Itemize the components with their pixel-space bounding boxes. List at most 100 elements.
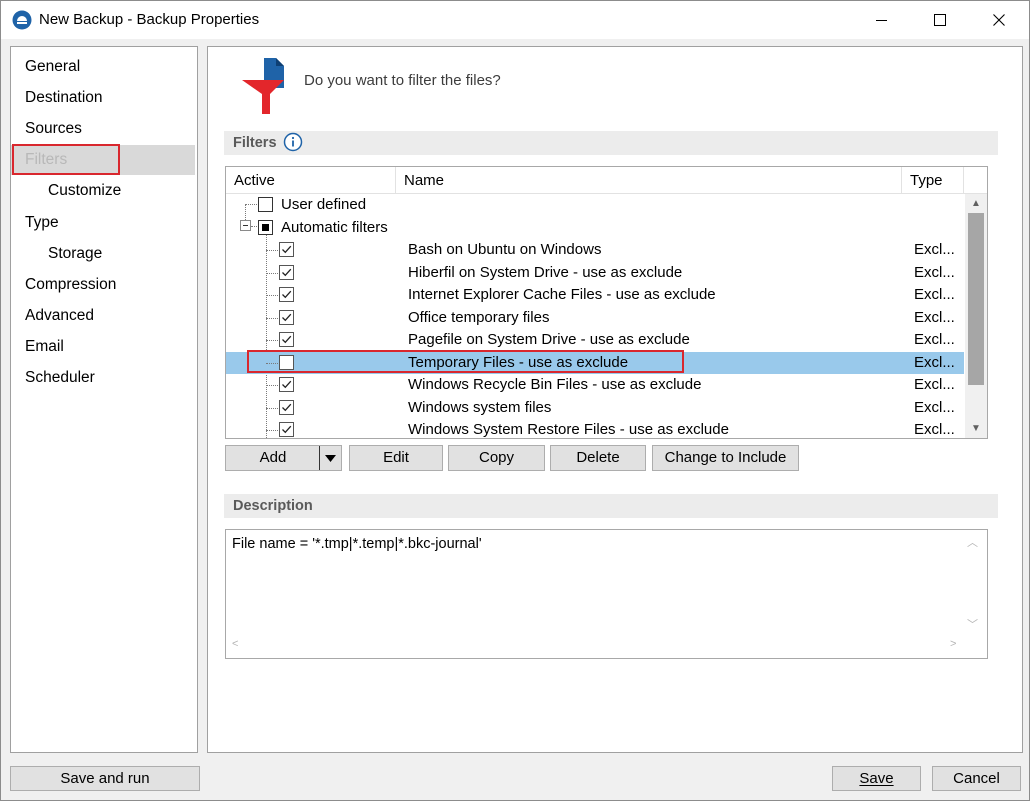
filter-type: Excl... [914, 398, 955, 416]
info-icon[interactable] [283, 132, 303, 152]
filter-type: Excl... [914, 331, 955, 348]
filter-row[interactable]: Office temporary files Excl... [226, 307, 964, 330]
maximize-button[interactable] [910, 1, 970, 39]
desc-scroll-left-icon[interactable]: < [232, 638, 238, 650]
minimize-button[interactable] [852, 1, 912, 39]
nav-item-type[interactable]: Type [11, 208, 197, 238]
edit-button[interactable]: Edit [349, 445, 443, 471]
filter-active-checkbox[interactable] [279, 287, 294, 302]
filter-name: Internet Explorer Cache Files - use as e… [408, 286, 716, 303]
filters-section-header: Filters [224, 131, 998, 155]
filter-name: Windows System Restore Files - use as ex… [408, 421, 729, 438]
copy-button[interactable]: Copy [448, 445, 545, 471]
change-to-include-button[interactable]: Change to Include [652, 445, 799, 471]
filter-active-checkbox[interactable] [279, 242, 294, 257]
automatic-filters-label: Automatic filters [281, 218, 388, 236]
filter-name: Pagefile on System Drive - use as exclud… [408, 331, 690, 348]
tree-line [266, 340, 278, 341]
nav-item-advanced[interactable]: Advanced [11, 301, 197, 331]
tree-line [266, 272, 278, 274]
add-dropdown-toggle[interactable] [319, 446, 341, 470]
scroll-thumb[interactable] [968, 213, 984, 385]
desc-scroll-down-icon[interactable]: ﹀ [967, 616, 978, 632]
filter-name: Office temporary files [408, 308, 550, 326]
filter-funnel-icon [242, 58, 284, 114]
description-box[interactable]: File name = '*.tmp|*.temp|*.bkc-journal'… [225, 529, 988, 659]
description-text: File name = '*.tmp|*.temp|*.bkc-journal' [232, 536, 482, 552]
automatic-filters-checkbox[interactable] [258, 219, 273, 235]
filters-header-label: Filters [233, 135, 277, 151]
filter-type: Excl... [914, 241, 955, 258]
checkmark-icon [282, 313, 292, 321]
temporary-files-highlight-box [247, 350, 684, 373]
column-type[interactable]: Type [902, 167, 964, 194]
filter-type: Excl... [914, 263, 955, 281]
window-title: New Backup - Backup Properties [39, 11, 260, 28]
nav-item-storage[interactable]: Storage [11, 239, 197, 269]
nav-item-customize[interactable]: Customize [11, 176, 197, 206]
user-defined-checkbox[interactable] [258, 197, 273, 212]
column-name[interactable]: Name [396, 167, 902, 194]
tree-node-automatic-filters[interactable]: Automatic filters [226, 217, 964, 240]
filter-row[interactable]: Pagefile on System Drive - use as exclud… [226, 329, 964, 352]
tree-line [266, 317, 278, 319]
filter-row[interactable]: Bash on Ubuntu on Windows Excl... [226, 239, 964, 262]
nav-item-scheduler[interactable]: Scheduler [11, 363, 197, 393]
checkmark-icon [282, 268, 292, 276]
grid-header: Active Name Type [226, 167, 987, 194]
tree-line [266, 430, 278, 431]
save-button-label: Save [859, 770, 894, 787]
desc-scroll-up-icon[interactable]: ︿ [967, 534, 978, 550]
filter-question: Do you want to filter the files? [304, 72, 501, 89]
filter-row[interactable]: Windows Recycle Bin Files - use as exclu… [226, 374, 964, 397]
desc-scroll-right-icon[interactable]: > [950, 638, 956, 650]
filter-active-checkbox[interactable] [279, 399, 294, 415]
filter-row[interactable]: Internet Explorer Cache Files - use as e… [226, 284, 964, 307]
title-bar: New Backup - Backup Properties [1, 1, 1029, 39]
filter-type: Excl... [914, 308, 955, 326]
column-active[interactable]: Active [226, 167, 396, 194]
filter-row[interactable]: Hiberfil on System Drive - use as exclud… [226, 262, 964, 285]
checkmark-icon [282, 245, 292, 254]
filter-name: Bash on Ubuntu on Windows [408, 241, 602, 258]
save-button[interactable]: Save [832, 766, 921, 791]
tree-line [266, 295, 278, 296]
filter-type: Excl... [914, 376, 955, 393]
nav-item-compression[interactable]: Compression [11, 270, 197, 300]
sidebar-nav: General Destination Sources Filters Cust… [10, 46, 198, 753]
filter-active-checkbox[interactable] [279, 422, 294, 437]
filters-highlight-box [12, 144, 120, 175]
filter-name: Windows Recycle Bin Files - use as exclu… [408, 376, 702, 393]
filter-row[interactable]: Windows system files Excl... [226, 397, 964, 420]
filter-active-checkbox[interactable] [279, 377, 294, 392]
nav-item-sources[interactable]: Sources [11, 114, 197, 144]
tree-line [266, 407, 278, 409]
user-defined-label: User defined [281, 196, 367, 213]
checkmark-icon [282, 335, 292, 344]
backup-properties-window: New Backup - Backup Properties General D… [0, 0, 1030, 801]
checkmark-icon [282, 425, 292, 434]
tree-node-user-defined[interactable]: User defined [226, 194, 964, 217]
minimize-icon [876, 20, 887, 21]
filter-name: Windows system files [408, 398, 552, 416]
save-and-run-button[interactable]: Save and run [10, 766, 200, 791]
nav-item-email[interactable]: Email [11, 332, 197, 362]
filters-page: Do you want to filter the files? Filters… [207, 46, 1023, 753]
filter-active-checkbox[interactable] [279, 309, 294, 325]
filter-active-checkbox[interactable] [279, 332, 294, 347]
filter-row[interactable]: Windows System Restore Files - use as ex… [226, 419, 964, 438]
tree-line [266, 250, 278, 251]
grid-vertical-scrollbar[interactable]: ▲ ▼ [965, 194, 987, 438]
scroll-up-icon[interactable]: ▲ [965, 194, 987, 212]
delete-button[interactable]: Delete [550, 445, 646, 471]
filters-tree-grid[interactable]: Active Name Type User defined Automatic … [225, 166, 988, 439]
nav-item-general[interactable]: General [11, 52, 197, 82]
cancel-button[interactable]: Cancel [932, 766, 1021, 791]
filter-active-checkbox[interactable] [279, 264, 294, 280]
chevron-down-icon [325, 454, 336, 462]
checkmark-icon [282, 290, 292, 299]
close-button[interactable] [969, 1, 1029, 39]
add-button[interactable]: Add [225, 445, 342, 471]
nav-item-destination[interactable]: Destination [11, 83, 197, 113]
scroll-down-icon[interactable]: ▼ [965, 419, 987, 437]
